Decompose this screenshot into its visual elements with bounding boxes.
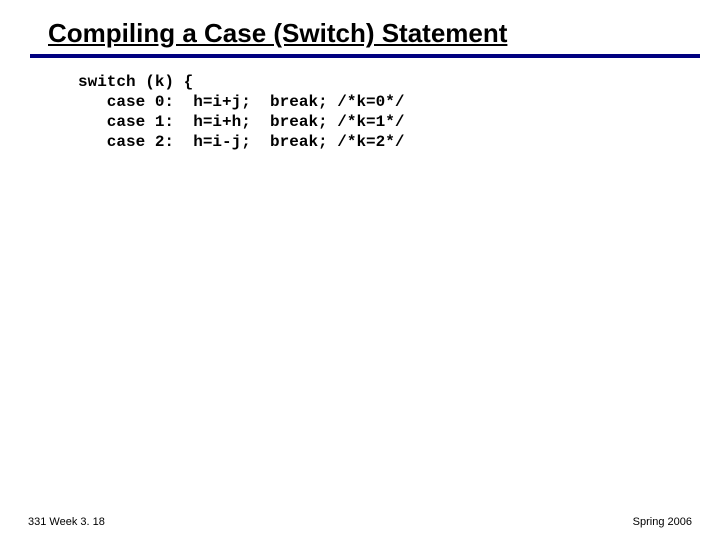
title-underline-rule xyxy=(30,54,700,58)
footer-right: Spring 2006 xyxy=(633,516,692,528)
code-block: switch (k) { case 0: h=i+j; break; /*k=0… xyxy=(78,72,404,152)
footer-left: 331 Week 3. 18 xyxy=(28,516,105,528)
slide-title: Compiling a Case (Switch) Statement xyxy=(48,18,690,51)
slide: Compiling a Case (Switch) Statement swit… xyxy=(0,0,720,540)
